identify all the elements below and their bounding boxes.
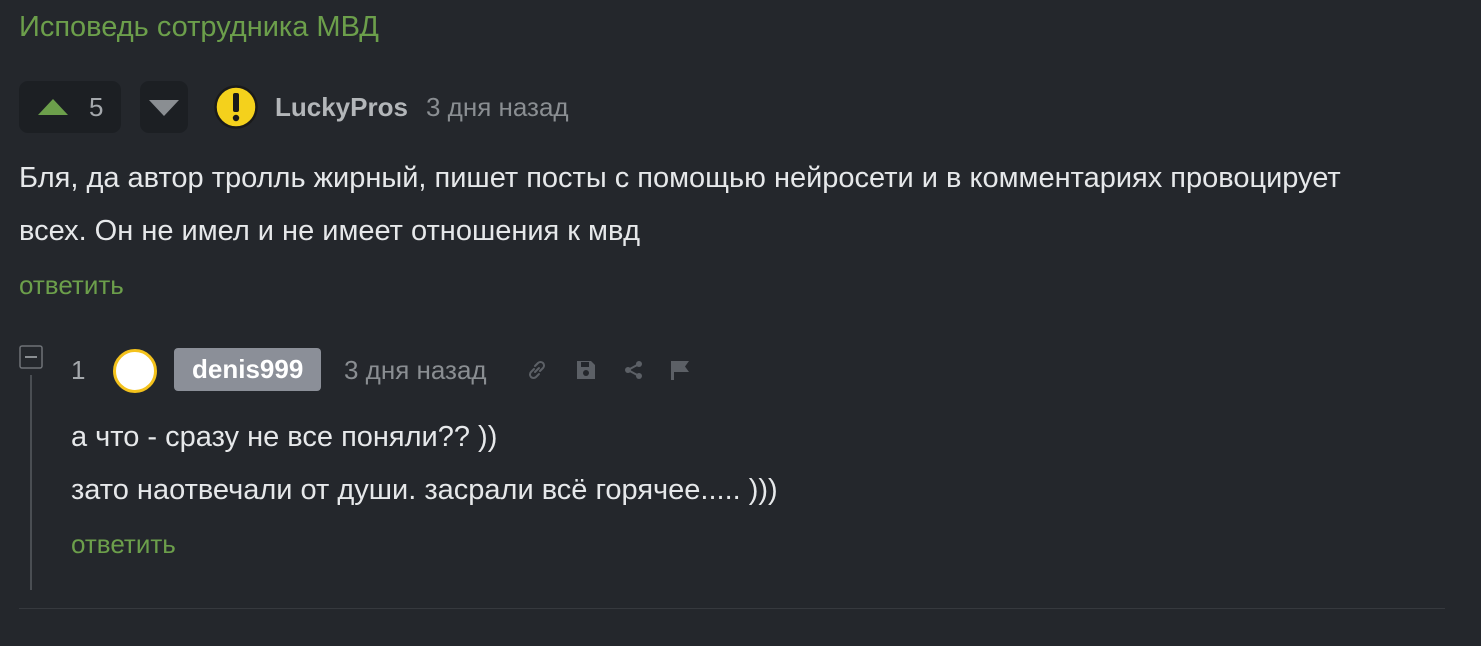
comment-text: Бля, да автор тролль жирный, пишет посты… bbox=[19, 152, 1459, 258]
collapse-icon[interactable] bbox=[19, 345, 43, 369]
share-icon[interactable] bbox=[622, 358, 646, 382]
reply-button[interactable]: ответить bbox=[19, 270, 124, 300]
warning-icon bbox=[214, 85, 258, 129]
reply-text-line: зато наотвечали от души. засрали всё гор… bbox=[71, 474, 778, 506]
comment-text-line: всех. Он не имел и не имеет отношения к … bbox=[19, 215, 640, 247]
comment-time: 3 дня назад bbox=[426, 92, 569, 122]
vote-down-button[interactable] bbox=[140, 81, 188, 133]
post-title[interactable]: Исповедь сотрудника МВД bbox=[19, 9, 379, 45]
reply-text-line: а что - сразу не все поняли?? )) bbox=[71, 421, 498, 453]
reply-rating: 1 bbox=[71, 355, 86, 385]
vote-count: 5 bbox=[89, 92, 104, 122]
flag-icon[interactable] bbox=[668, 358, 692, 382]
thread-line[interactable] bbox=[30, 375, 32, 590]
arrow-up-icon[interactable] bbox=[37, 98, 69, 116]
avatar[interactable] bbox=[113, 349, 157, 393]
reply-author-badge[interactable]: denis999 bbox=[174, 348, 322, 391]
reply-button[interactable]: ответить bbox=[71, 529, 176, 559]
reply-text: а что - сразу не все поняли?? )) зато на… bbox=[71, 411, 1451, 517]
comment-author[interactable]: LuckyPros bbox=[275, 92, 408, 122]
save-icon[interactable] bbox=[574, 358, 598, 382]
arrow-down-icon bbox=[149, 100, 179, 116]
divider bbox=[19, 608, 1445, 609]
page: Исповедь сотрудника МВД 5 LuckyPros 3 дн… bbox=[0, 0, 1481, 646]
comment-text-line: Бля, да автор тролль жирный, пишет посты… bbox=[19, 162, 1341, 194]
vote-up-block: 5 bbox=[19, 81, 121, 133]
link-icon[interactable] bbox=[525, 358, 549, 382]
reply-time: 3 дня назад bbox=[344, 355, 487, 385]
